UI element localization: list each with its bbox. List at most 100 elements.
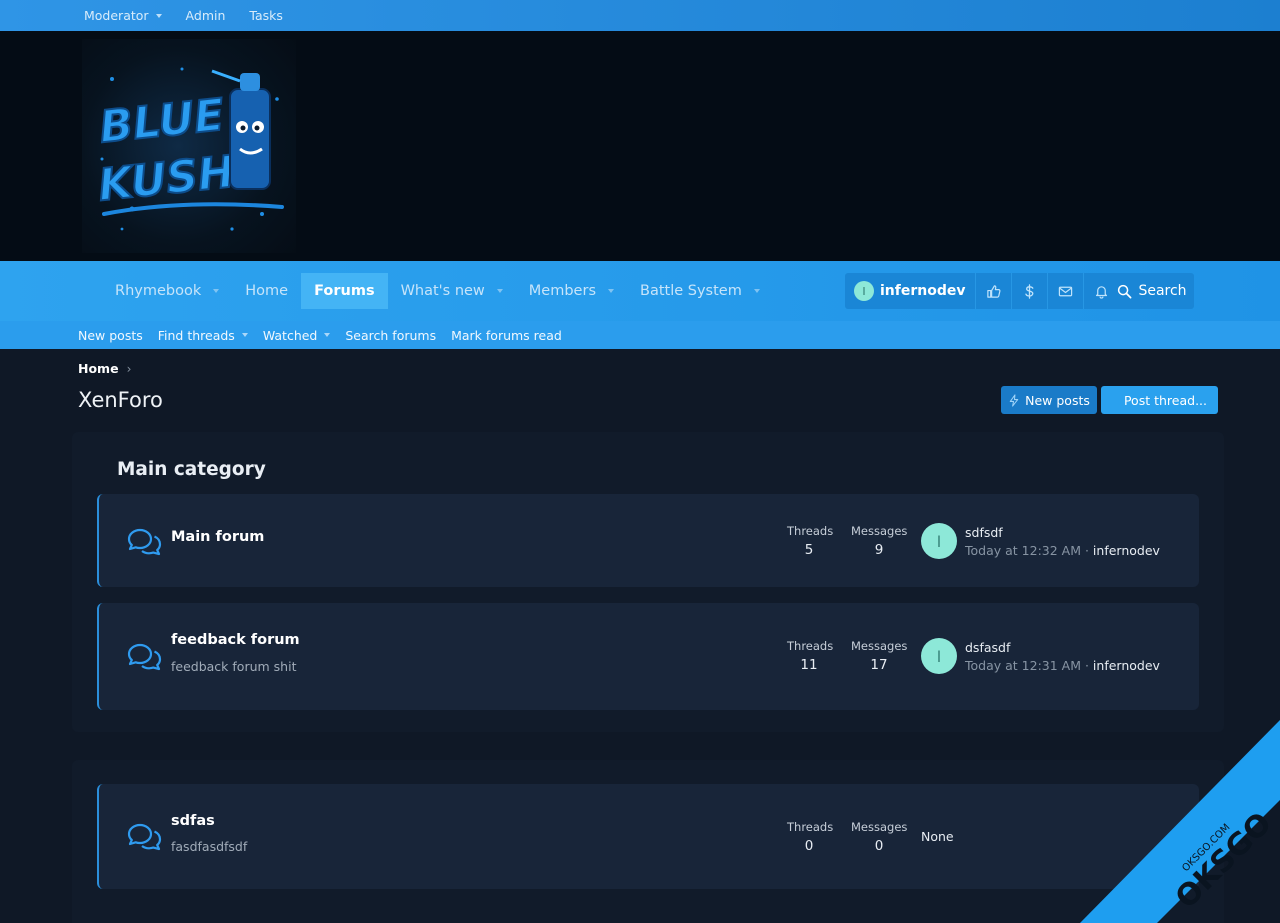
chat-bubbles-icon: [127, 528, 162, 556]
meta-separator: ·: [1081, 658, 1093, 673]
nav-tab-label: Members: [528, 283, 596, 299]
avatar: I: [854, 281, 874, 301]
thumbs-up-icon: [987, 284, 1002, 298]
chevron-down-icon[interactable]: [496, 289, 503, 293]
moderator-label: Moderator: [84, 8, 149, 23]
category-title[interactable]: Main category: [117, 459, 266, 480]
subnav-label: Watched: [262, 327, 318, 343]
forum-node: Main forum Threads 5 Messages 9 I sdfsdf…: [97, 494, 1199, 587]
chat-bubbles-icon: [127, 823, 162, 851]
subnav-label: Find threads: [157, 327, 235, 343]
stat-label: Threads: [787, 639, 834, 653]
svg-text:KUSH: KUSH: [96, 146, 237, 211]
subnav-mark-read[interactable]: Mark forums read: [451, 328, 562, 343]
last-post-title[interactable]: sdfsdf: [965, 525, 1003, 540]
chevron-down-icon[interactable]: [608, 289, 614, 293]
last-post-user[interactable]: infernodev: [1093, 543, 1160, 558]
search-label: Search: [1138, 283, 1187, 299]
threads-stat: Threads 0: [787, 820, 834, 854]
nav-tab-members[interactable]: Members: [516, 273, 627, 309]
nav-tab-rhymebook[interactable]: Rhymebook: [102, 273, 232, 309]
chevron-down-icon[interactable]: [213, 289, 220, 293]
stat-label: Threads: [787, 820, 834, 834]
bell-icon: [1096, 285, 1108, 299]
admin-link[interactable]: Admin: [186, 8, 226, 23]
last-post-none: None: [921, 829, 954, 844]
avatar[interactable]: I: [921, 638, 957, 674]
messages-stat: Messages 17: [851, 639, 907, 673]
stat-label: Messages: [851, 639, 908, 653]
nav-tab-label: Home: [245, 283, 289, 299]
nav-tab-battle-system[interactable]: Battle System: [627, 273, 773, 309]
envelope-icon: [1059, 286, 1073, 296]
sub-nav: New posts Find threads Watched Search fo…: [0, 321, 1280, 349]
stat-value: 17: [870, 657, 888, 673]
avatar[interactable]: I: [921, 523, 957, 559]
stat-label: Messages: [851, 820, 908, 834]
subnav-watched[interactable]: Watched: [263, 328, 331, 343]
last-post-time[interactable]: Today at 12:32 AM: [965, 543, 1081, 558]
meta-separator: ·: [1081, 543, 1093, 558]
forum-title[interactable]: sdfas: [171, 813, 215, 829]
page-title: XenForo: [78, 388, 163, 412]
last-post-meta: Today at 12:32 AM · infernodev: [965, 543, 1160, 558]
stat-label: Messages: [851, 524, 908, 538]
credits-button[interactable]: [1011, 273, 1047, 309]
breadcrumb-separator-icon: ›: [126, 361, 132, 376]
nav-tab-label: Forums: [314, 283, 375, 299]
chat-bubbles-icon: [127, 643, 162, 671]
forum-description: fasdfasdfsdf: [171, 839, 248, 854]
chevron-down-icon[interactable]: [324, 333, 331, 337]
moderator-menu[interactable]: Moderator: [84, 8, 162, 23]
search-button[interactable]: Search: [1110, 273, 1194, 309]
nav-tabs: Rhymebook Home Forums What's new Members…: [102, 273, 773, 309]
breadcrumb-home[interactable]: Home: [78, 361, 119, 376]
stat-label: Threads: [787, 524, 834, 538]
reactions-button[interactable]: [975, 273, 1011, 309]
chevron-down-icon[interactable]: [241, 333, 248, 337]
last-post-user[interactable]: infernodev: [1093, 658, 1160, 673]
last-post-meta: Today at 12:31 AM · infernodev: [965, 658, 1160, 673]
chevron-down-icon: [155, 13, 162, 18]
main-nav: Rhymebook Home Forums What's new Members…: [0, 261, 1280, 321]
forum-description: feedback forum shit: [171, 659, 297, 674]
staff-bar: Moderator Admin Tasks: [0, 0, 1280, 31]
nav-tab-home[interactable]: Home: [232, 273, 301, 309]
new-posts-label: New posts: [1025, 392, 1090, 408]
chevron-down-icon[interactable]: [753, 289, 760, 293]
new-posts-button[interactable]: New posts: [1001, 386, 1097, 414]
threads-stat: Threads 5: [787, 524, 834, 558]
site-logo[interactable]: BLUE KUSH: [82, 39, 296, 253]
user-nav-group: I infernodev: [845, 273, 1120, 309]
logo-graphic: BLUE KUSH: [95, 67, 284, 231]
breadcrumb: Home ›: [78, 361, 131, 376]
threads-stat: Threads 11: [787, 639, 834, 673]
forum-node: sdfas fasdfasdfsdf Threads 0 Messages 0 …: [97, 784, 1199, 889]
tasks-link[interactable]: Tasks: [249, 8, 283, 23]
forum-title[interactable]: Main forum: [171, 529, 264, 545]
nav-tab-whats-new[interactable]: What's new: [388, 273, 516, 309]
stat-value: 9: [874, 542, 884, 558]
stat-value: 0: [874, 838, 884, 854]
search-icon: [1118, 284, 1132, 298]
subnav-new-posts[interactable]: New posts: [78, 328, 143, 343]
subnav-search-forums[interactable]: Search forums: [345, 328, 436, 343]
nav-tab-label: What's new: [400, 283, 485, 299]
dollar-icon: [1025, 283, 1034, 299]
stat-value: 5: [804, 542, 814, 558]
nav-tab-forums[interactable]: Forums: [301, 273, 388, 309]
last-post-title[interactable]: dsfasdf: [965, 640, 1010, 655]
post-thread-label: Post thread...: [1123, 392, 1207, 408]
forum-title[interactable]: feedback forum: [171, 632, 300, 648]
inbox-button[interactable]: [1047, 273, 1083, 309]
site-header: BLUE KUSH: [0, 31, 1280, 261]
svg-text:BLUE: BLUE: [97, 90, 227, 154]
messages-stat: Messages 0: [851, 820, 907, 854]
account-menu[interactable]: I infernodev: [845, 273, 975, 309]
username: infernodev: [880, 283, 966, 299]
last-post-time[interactable]: Today at 12:31 AM: [965, 658, 1081, 673]
subnav-find-threads[interactable]: Find threads: [158, 328, 248, 343]
nav-tab-label: Battle System: [640, 283, 742, 299]
post-thread-button[interactable]: Post thread...: [1101, 386, 1218, 414]
forum-node: feedback forum feedback forum shit Threa…: [97, 603, 1199, 710]
